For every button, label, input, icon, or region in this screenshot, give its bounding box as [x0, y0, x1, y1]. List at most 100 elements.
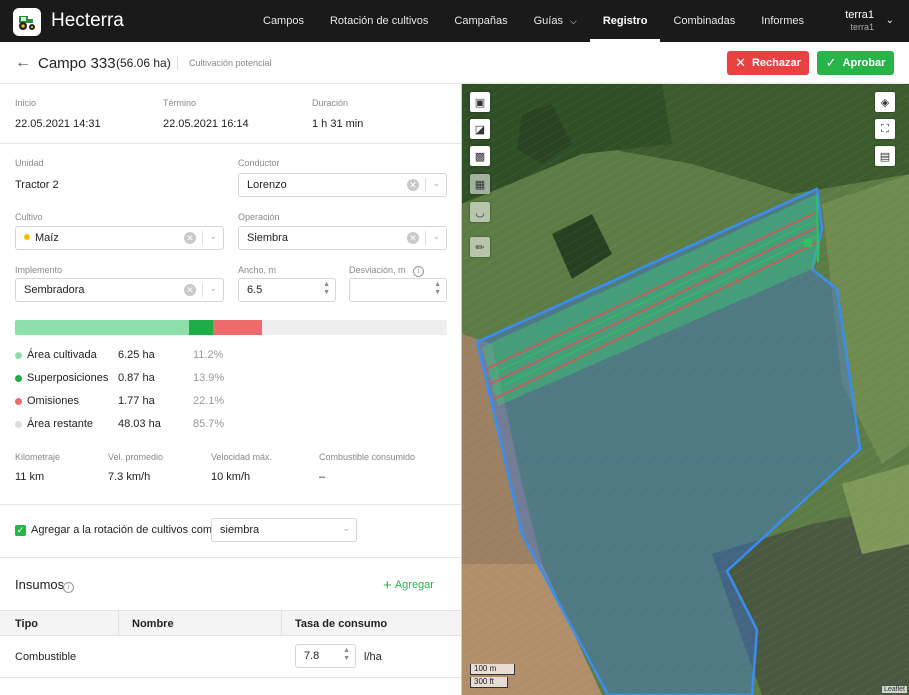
- legend-name: Área cultivada: [27, 349, 97, 361]
- field-map[interactable]: ▣ ◪ ▩ ▦ ◡ ✏ ◈ ⛶ ▤ 100 m 300 ft Leaflet: [461, 84, 909, 695]
- rotation-checkbox[interactable]: ✓: [15, 525, 26, 536]
- chevron-down-icon: ⌄: [342, 523, 350, 533]
- inputs-table-header: Tipo Nombre Tasa de consumo: [0, 610, 461, 636]
- coverage-progress-bar: [15, 320, 447, 335]
- operation-select[interactable]: Siembra ✕ ⌄: [238, 226, 447, 250]
- nav-label: Registro: [602, 15, 648, 27]
- progress-segment-overlap: [189, 320, 213, 335]
- nav-item-campanas[interactable]: Campañas: [441, 0, 520, 42]
- nav-item-rotacion[interactable]: Rotación de cultivos: [317, 0, 441, 42]
- deviation-stepper[interactable]: ▲ ▼: [349, 278, 447, 302]
- legend-value: 6.25 ha: [118, 349, 155, 361]
- page-subtitle: Cultivación potencial: [189, 58, 272, 68]
- layers-icon[interactable]: ◈: [875, 92, 895, 112]
- clear-icon[interactable]: ✕: [407, 179, 419, 191]
- divider: [425, 231, 426, 245]
- driver-select[interactable]: Lorenzo ✕ ⌄: [238, 173, 447, 197]
- duration-label: Duración: [312, 98, 349, 108]
- legend-dot: [15, 421, 22, 428]
- gauge-icon[interactable]: ◡: [470, 202, 490, 222]
- scale-bar-imperial: 300 ft: [470, 677, 508, 688]
- map-view-icon[interactable]: ▣: [470, 92, 490, 112]
- nav-item-guias[interactable]: Guías ⌵: [521, 0, 590, 42]
- legend-percent: 11.2%: [193, 349, 224, 361]
- divider: [0, 143, 461, 144]
- page-title: Campo 333: [38, 55, 116, 72]
- width-stepper[interactable]: 6.5 ▲ ▼: [238, 278, 336, 302]
- legend-name: Área restante: [27, 418, 94, 430]
- deviation-label: Desviación, m: [349, 265, 406, 275]
- unit-label: Unidad: [15, 158, 44, 168]
- add-input-button[interactable]: + Agregar: [383, 577, 434, 594]
- add-input-label: Agregar: [394, 579, 434, 591]
- approve-button[interactable]: ✓ Aprobar: [817, 51, 894, 75]
- user-menu[interactable]: terra1 terra1: [845, 9, 874, 32]
- nav-item-campos[interactable]: Campos: [250, 0, 317, 42]
- inputs-title: Insumos: [15, 577, 65, 592]
- legend-name: Superposiciones: [27, 372, 109, 384]
- fullscreen-icon[interactable]: ⛶: [875, 119, 895, 139]
- divider: [177, 56, 178, 70]
- reject-button[interactable]: ✕ Rechazar: [727, 51, 809, 75]
- single-view-icon[interactable]: ▩: [470, 146, 490, 166]
- avg-speed-label: Vel. promedio: [108, 452, 164, 462]
- crop-color-dot: [24, 234, 30, 240]
- nav-label: Campañas: [454, 15, 508, 27]
- column-header-name: Nombre: [132, 618, 174, 630]
- column-header-rate: Tasa de consumo: [295, 618, 388, 630]
- legend-dot: [15, 398, 22, 405]
- rate-stepper[interactable]: 7.8 ▲ ▼: [295, 644, 356, 668]
- legend-name: Omisiones: [27, 395, 79, 407]
- fuel-value: –: [319, 471, 326, 483]
- mileage-label: Kilometraje: [15, 452, 61, 462]
- legend-value: 1.77 ha: [118, 395, 155, 407]
- progress-segment-omissions: [213, 320, 262, 335]
- map-attribution[interactable]: Leaflet: [881, 686, 907, 693]
- split-view-icon[interactable]: ◪: [470, 119, 490, 139]
- nav-item-combinadas[interactable]: Combinadas: [660, 0, 748, 42]
- driver-value: Lorenzo: [247, 179, 287, 191]
- deviation-label-wrap: Desviación, m i: [349, 265, 425, 277]
- divider: [202, 283, 203, 297]
- crop-select[interactable]: Maíz ✕ ⌄: [15, 226, 224, 250]
- chevron-down-icon: ⌄: [209, 231, 217, 241]
- chevron-down-icon: ⌵: [569, 15, 577, 26]
- divider: [425, 178, 426, 192]
- implement-label: Implemento: [15, 265, 63, 275]
- satellite-map[interactable]: [462, 84, 909, 695]
- nav-item-registro[interactable]: Registro: [589, 0, 661, 42]
- add-image-icon[interactable]: ▤: [875, 146, 895, 166]
- legend-dot: [15, 375, 22, 382]
- rotation-label: Agregar a la rotación de cultivos como: [31, 524, 219, 536]
- stepper-arrows-icon[interactable]: ▲ ▼: [434, 281, 441, 297]
- rotation-select[interactable]: siembra ⌄: [211, 518, 357, 542]
- rate-unit: l/ha: [364, 651, 382, 663]
- app-name[interactable]: Hecterra: [51, 10, 124, 32]
- clear-icon[interactable]: ✕: [184, 284, 196, 296]
- back-arrow-icon[interactable]: ←: [15, 54, 31, 72]
- info-icon[interactable]: i: [63, 582, 74, 593]
- implement-value: Sembradora: [24, 284, 85, 296]
- clear-icon[interactable]: ✕: [407, 232, 419, 244]
- clear-icon[interactable]: ✕: [184, 232, 196, 244]
- chevron-down-icon: ⌄: [209, 283, 217, 293]
- column-header-type: Tipo: [15, 618, 39, 630]
- divider: [0, 557, 461, 558]
- end-label: Término: [163, 98, 197, 108]
- unit-value: Tractor 2: [15, 179, 59, 191]
- nav-label: Guías: [533, 15, 563, 27]
- implement-select[interactable]: Sembradora ✕ ⌄: [15, 278, 224, 302]
- main-nav: Campos Rotación de cultivos Campañas Guí…: [250, 0, 817, 42]
- divider: [118, 611, 119, 635]
- nav-label: Combinadas: [673, 15, 736, 27]
- chevron-down-icon[interactable]: ⌄: [886, 15, 894, 26]
- stepper-arrows-icon[interactable]: ▲ ▼: [343, 647, 350, 663]
- tractor-icon[interactable]: [13, 8, 41, 36]
- grid-icon[interactable]: ▦: [470, 174, 490, 194]
- ruler-icon[interactable]: ✏: [470, 237, 490, 257]
- approve-label: Aprobar: [842, 57, 886, 69]
- stepper-arrows-icon[interactable]: ▲ ▼: [323, 281, 330, 297]
- info-icon[interactable]: i: [413, 266, 425, 277]
- nav-item-informes[interactable]: Informes: [748, 0, 817, 42]
- legend-percent: 22.1%: [193, 395, 225, 407]
